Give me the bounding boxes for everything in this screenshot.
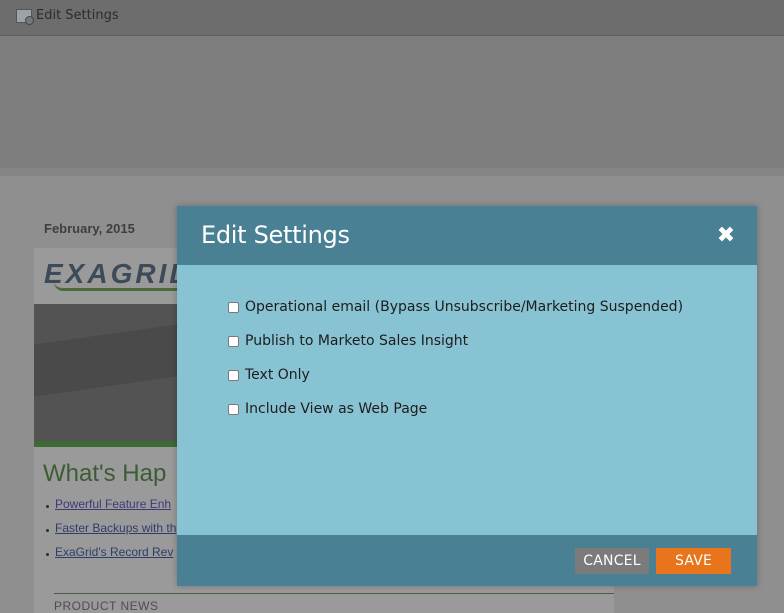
- option-text-only[interactable]: Text Only: [228, 365, 310, 385]
- hero-accent-bar: [34, 441, 184, 447]
- dialog-header: Edit Settings ✖: [177, 206, 757, 265]
- dialog-body: Operational email (Bypass Unsubscribe/Ma…: [177, 265, 757, 535]
- settings-page-icon: [16, 8, 34, 25]
- option-operational-email[interactable]: Operational email (Bypass Unsubscribe/Ma…: [228, 297, 683, 317]
- dialog-title: Edit Settings: [201, 221, 350, 249]
- divider: [0, 168, 784, 176]
- news-bullet-list: Powerful Feature Enh Faster Backups with…: [46, 492, 176, 564]
- list-item: ExaGrid's Record Rev: [46, 540, 176, 564]
- option-label: Operational email (Bypass Unsubscribe/Ma…: [245, 299, 684, 315]
- option-publish-sales-insight[interactable]: Publish to Marketo Sales Insight: [228, 331, 468, 351]
- text-only-checkbox[interactable]: [228, 369, 239, 381]
- save-button[interactable]: SAVE: [656, 548, 731, 574]
- news-link[interactable]: Faster Backups with th: [55, 521, 176, 535]
- bullet-icon: [46, 552, 49, 556]
- option-label: Publish to Marketo Sales Insight: [245, 333, 469, 349]
- section-divider: [54, 593, 614, 594]
- option-label: Text Only: [245, 367, 310, 383]
- app-title: Edit Settings: [16, 8, 119, 25]
- list-item: Powerful Feature Enh: [46, 492, 176, 516]
- bullet-icon: [46, 528, 49, 532]
- edit-settings-dialog: Edit Settings ✖ Operational email (Bypas…: [177, 206, 757, 586]
- app-title-text: Edit Settings: [36, 8, 119, 23]
- news-link[interactable]: Powerful Feature Enh: [55, 497, 171, 511]
- logo-swoosh: [54, 282, 194, 291]
- section-label: PRODUCT NEWS: [54, 599, 159, 613]
- view-as-web-page-checkbox[interactable]: [228, 403, 239, 415]
- close-icon[interactable]: ✖: [715, 225, 737, 247]
- option-label: Include View as Web Page: [245, 401, 428, 417]
- hero-image: [34, 304, 184, 442]
- app-title-bar: Edit Settings: [0, 0, 784, 36]
- cancel-button[interactable]: CANCEL: [575, 548, 649, 574]
- email-headline: What's Hap: [43, 460, 167, 487]
- option-view-as-web-page[interactable]: Include View as Web Page: [228, 399, 427, 419]
- list-item: Faster Backups with th: [46, 516, 176, 540]
- bullet-icon: [46, 504, 49, 508]
- dialog-footer: CANCEL SAVE: [177, 535, 757, 586]
- toolbar-area: [0, 36, 784, 168]
- news-link[interactable]: ExaGrid's Record Rev: [55, 545, 173, 559]
- publish-sales-insight-checkbox[interactable]: [228, 335, 239, 347]
- operational-email-checkbox[interactable]: [228, 301, 239, 313]
- email-date: February, 2015: [44, 221, 135, 236]
